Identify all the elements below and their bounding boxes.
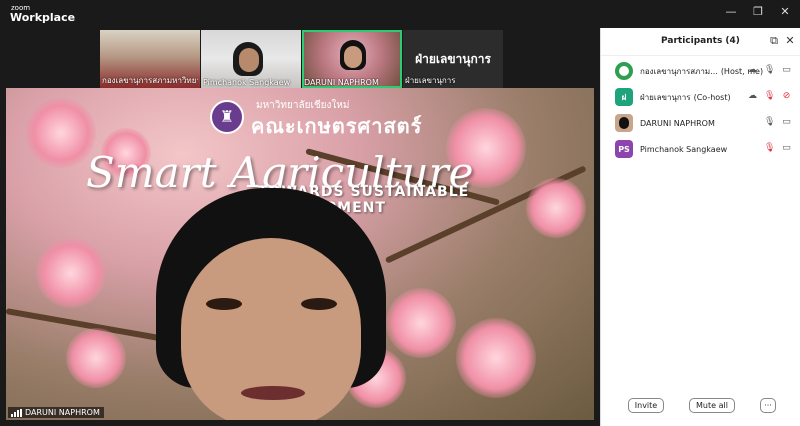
thumbnail-tile[interactable]: Pimchanok Sangkaew xyxy=(201,30,301,88)
mute-all-button[interactable]: Mute all xyxy=(689,398,735,413)
blossom xyxy=(36,238,106,308)
speaker-eye xyxy=(206,298,242,310)
speaker-eye xyxy=(301,298,337,310)
blossom xyxy=(456,318,536,398)
video-camera-icon[interactable]: ▭ xyxy=(781,143,792,154)
speaker-name-tag: DARUNI NAPHROM xyxy=(8,407,104,418)
pop-out-icon[interactable]: ⧉ xyxy=(768,35,780,47)
meeting-area: กองเลขานุการสภามหาวิทยาลัย... Pimchanok … xyxy=(0,28,600,426)
restore-button[interactable]: ❐ xyxy=(751,5,765,19)
panel-footer: Invite Mute all ··· xyxy=(601,396,800,416)
avatar: ฝ xyxy=(615,88,633,106)
thumbnail-label: กองเลขานุการสภามหาวิทยาลัย... xyxy=(102,76,198,85)
avatar: PS xyxy=(615,140,633,158)
thumbnail-tile-active[interactable]: DARUNI NAPHROM xyxy=(302,30,402,88)
participant-name: DARUNI NAPHROM xyxy=(640,118,715,128)
thumbnail-label: ฝ่ายเลขานุการ xyxy=(405,76,456,85)
faculty-logo: ♜ xyxy=(210,100,244,134)
blossom xyxy=(66,328,126,388)
invite-button[interactable]: Invite xyxy=(628,398,664,413)
close-button[interactable]: ✕ xyxy=(778,5,792,19)
participant-role: (Co-host) xyxy=(693,92,731,102)
participant-name: Pimchanok Sangkaew xyxy=(640,144,728,154)
thumbnail-tile[interactable]: กองเลขานุการสภามหาวิทยาลัย... xyxy=(100,30,200,88)
thumbnail-strip: กองเลขานุการสภามหาวิทยาลัย... Pimchanok … xyxy=(100,30,503,88)
active-speaker-video: ♜ มหาวิทยาลัยเชียงใหม่ คณะเกษตรศาสตร์ Sm… xyxy=(6,88,594,420)
avatar xyxy=(615,62,633,80)
participant-row[interactable]: PS Pimchanok Sangkaew 🎙 ▭ xyxy=(601,136,800,162)
speaker-mouth xyxy=(241,386,305,400)
participants-panel: Participants (4) ⧉ ✕ กองเลขานุการสภาม...… xyxy=(600,28,800,426)
microphone-icon[interactable]: 🎙 xyxy=(764,117,775,128)
participant-name: กองเลขานุการสภาม... xyxy=(640,66,718,76)
cloud-upload-icon: ☁ xyxy=(748,91,757,101)
thumbnail-tile[interactable]: ฝ่ายเลขานุการ ฝ่ายเลขานุการ xyxy=(403,30,503,88)
avatar xyxy=(615,114,633,132)
more-options-button[interactable]: ··· xyxy=(760,398,776,413)
video-off-icon[interactable]: ⊘ xyxy=(781,91,792,102)
title-bar: zoom Workplace — ❐ ✕ xyxy=(0,0,800,28)
speaker-name: DARUNI NAPHROM xyxy=(25,408,100,417)
faculty-name: คณะเกษตรศาสตร์ xyxy=(251,114,423,138)
thumbnail-name: ฝ่ายเลขานุการ xyxy=(415,52,491,66)
participant-face xyxy=(239,48,259,72)
microphone-muted-icon[interactable]: 🎙 xyxy=(764,91,775,102)
blossom xyxy=(386,288,456,358)
signal-icon xyxy=(11,408,22,417)
video-camera-icon[interactable]: ▭ xyxy=(781,65,792,76)
cloud-upload-icon: ☁ xyxy=(748,65,757,75)
app-brand-main: Workplace xyxy=(10,11,76,24)
participant-row[interactable]: ฝ ฝ่ายเลขานุการ (Co-host) ☁ 🎙 ⊘ xyxy=(601,84,800,110)
participant-name: ฝ่ายเลขานุการ xyxy=(640,92,691,102)
microphone-muted-icon[interactable]: 🎙 xyxy=(764,143,775,154)
microphone-icon[interactable]: 🎙 xyxy=(764,65,775,76)
thumbnail-label: DARUNI NAPHROM xyxy=(304,78,379,87)
panel-header: Participants (4) ⧉ ✕ xyxy=(601,28,800,56)
thumbnail-label: Pimchanok Sangkaew xyxy=(203,78,291,87)
close-panel-icon[interactable]: ✕ xyxy=(784,35,796,47)
video-camera-icon[interactable]: ▭ xyxy=(781,117,792,128)
minimize-button[interactable]: — xyxy=(724,5,738,19)
participant-face xyxy=(344,46,362,68)
participant-row[interactable]: DARUNI NAPHROM 🎙 ▭ xyxy=(601,110,800,136)
participant-row[interactable]: กองเลขานุการสภาม... (Host, me) ☁ 🎙 ▭ xyxy=(601,58,800,84)
